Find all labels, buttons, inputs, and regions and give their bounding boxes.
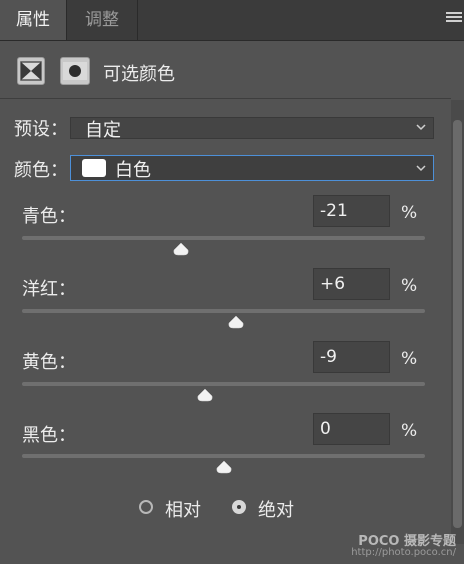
chevron-down-icon	[416, 124, 426, 131]
scrollbar-thumb[interactable]	[453, 120, 462, 528]
absolute-radio[interactable]	[232, 500, 246, 514]
panel-scrollbar[interactable]	[451, 100, 464, 544]
color-value: 白色	[115, 160, 151, 181]
adjustment-layer-icon[interactable]	[17, 57, 45, 85]
preset-value: 自定	[85, 120, 121, 141]
color-swatch	[82, 159, 106, 177]
color-dropdown[interactable]: 白色	[70, 155, 434, 181]
tab-bar: 属性 调整	[0, 0, 464, 41]
preset-label: 预设：	[14, 119, 68, 140]
black-input[interactable]: 0	[313, 413, 390, 445]
black-slider-thumb[interactable]	[215, 460, 233, 474]
magenta-slider-track[interactable]	[22, 309, 425, 313]
tab-adjustments[interactable]: 调整	[67, 0, 138, 40]
yellow-input[interactable]: -9	[313, 341, 390, 373]
layer-mask-icon[interactable]	[60, 57, 90, 85]
cyan-percent: %	[401, 203, 418, 223]
header-divider	[0, 98, 451, 99]
black-label: 黑色：	[22, 425, 76, 446]
cyan-slider-thumb[interactable]	[172, 242, 190, 256]
adjustment-header: 可选颜色	[0, 44, 464, 98]
watermark: POCO 摄影专题 http://photo.poco.cn/	[351, 534, 456, 558]
cyan-label: 青色：	[22, 206, 76, 227]
yellow-percent: %	[401, 349, 418, 369]
magenta-value: +6	[320, 274, 346, 294]
relative-label[interactable]: 相对	[165, 496, 201, 522]
chevron-down-icon	[416, 165, 426, 172]
color-label: 颜色：	[14, 160, 68, 181]
adjustment-title: 可选颜色	[103, 64, 175, 85]
preset-dropdown[interactable]: 自定	[70, 117, 434, 141]
magenta-label: 洋红：	[22, 279, 76, 300]
black-percent: %	[401, 421, 418, 441]
magenta-percent: %	[401, 276, 418, 296]
properties-panel: 属性 调整 可选颜色 预设： 自定 颜色： 白色 青色： -21 % 洋红： +…	[0, 0, 464, 564]
cyan-input[interactable]: -21	[313, 195, 390, 227]
yellow-label: 黄色：	[22, 352, 76, 373]
absolute-label[interactable]: 绝对	[258, 496, 294, 522]
yellow-slider-thumb[interactable]	[196, 388, 214, 402]
black-slider-track[interactable]	[22, 454, 425, 458]
magenta-input[interactable]: +6	[313, 268, 390, 300]
yellow-slider-track[interactable]	[22, 382, 425, 386]
watermark-url: http://photo.poco.cn/	[351, 547, 456, 558]
watermark-brand: POCO 摄影专题	[358, 534, 456, 549]
tab-properties[interactable]: 属性	[0, 0, 67, 40]
black-value: 0	[320, 419, 331, 439]
relative-radio[interactable]	[139, 500, 153, 514]
yellow-value: -9	[320, 347, 337, 367]
cyan-value: -21	[320, 201, 348, 221]
magenta-slider-thumb[interactable]	[227, 315, 245, 329]
cyan-slider-track[interactable]	[22, 236, 425, 240]
panel-menu-icon[interactable]	[446, 12, 462, 26]
